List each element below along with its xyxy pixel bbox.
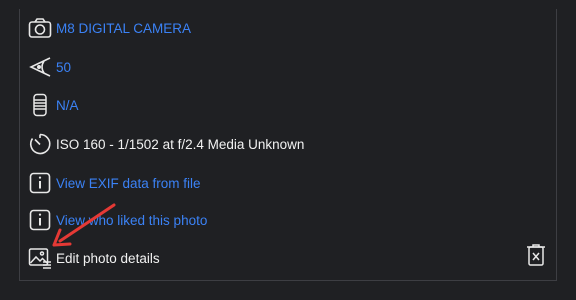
trash-icon — [526, 244, 546, 271]
info-icon — [28, 208, 52, 232]
exposure-row: ISO 160 - 1/1502 at f/2.4 Media Unknown — [28, 132, 304, 156]
view-likes-link[interactable]: View who liked this photo — [56, 213, 207, 228]
focal-length-icon — [28, 55, 52, 79]
camera-model-link[interactable]: M8 DIGITAL CAMERA — [56, 21, 191, 36]
view-exif-link[interactable]: View EXIF data from file — [56, 176, 201, 191]
lens-row: N/A — [28, 93, 79, 117]
lens-link[interactable]: N/A — [56, 98, 79, 113]
edit-photo-row[interactable]: Edit photo details — [28, 246, 160, 270]
photo-details-panel: M8 DIGITAL CAMERA 50 N/A ISO 160 - 1/150… — [19, 9, 557, 281]
exposure-text: ISO 160 - 1/1502 at f/2.4 Media Unknown — [56, 136, 305, 152]
camera-row: M8 DIGITAL CAMERA — [28, 16, 191, 40]
edit-photo-details-link[interactable]: Edit photo details — [56, 251, 160, 266]
lens-icon — [28, 93, 52, 117]
delete-button[interactable] — [526, 243, 546, 267]
timer-icon — [28, 132, 52, 156]
edit-image-icon — [28, 246, 52, 270]
likes-row: View who liked this photo — [28, 208, 207, 232]
exif-row: View EXIF data from file — [28, 171, 201, 195]
info-icon — [28, 171, 52, 195]
focal-length-link[interactable]: 50 — [56, 60, 71, 75]
camera-icon — [28, 16, 52, 40]
focal-length-row: 50 — [28, 55, 71, 79]
